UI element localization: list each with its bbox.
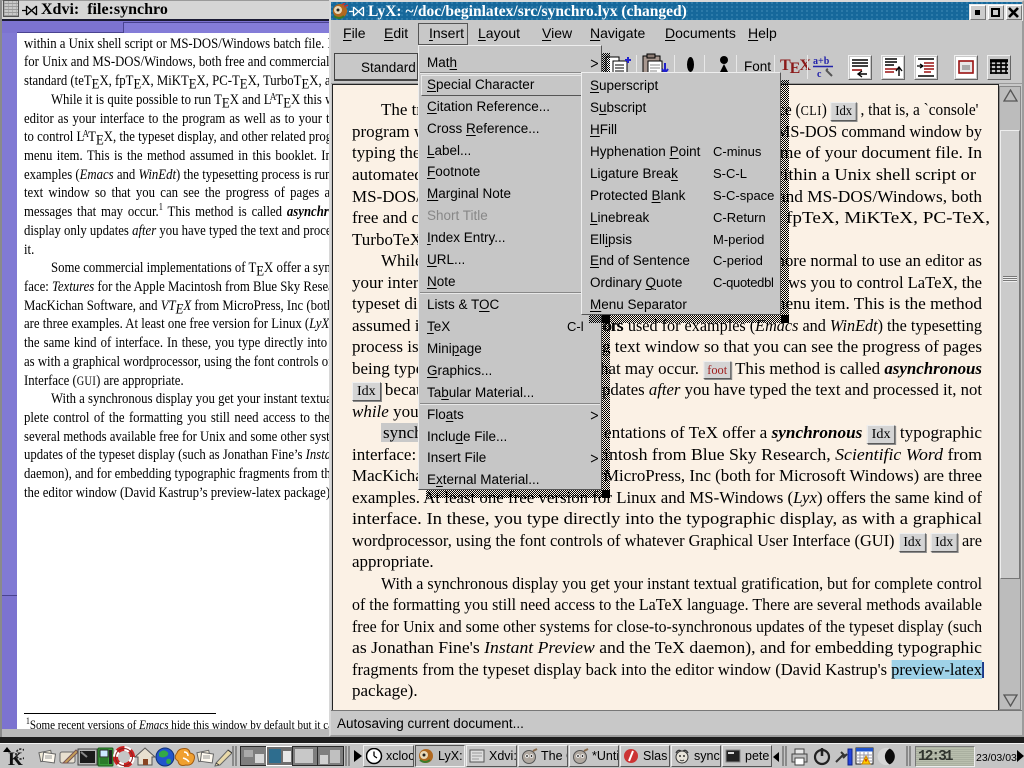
svg-text:a+b: a+b [813,56,830,67]
svg-text:K: K [8,749,23,767]
svg-text:c: c [817,69,822,80]
